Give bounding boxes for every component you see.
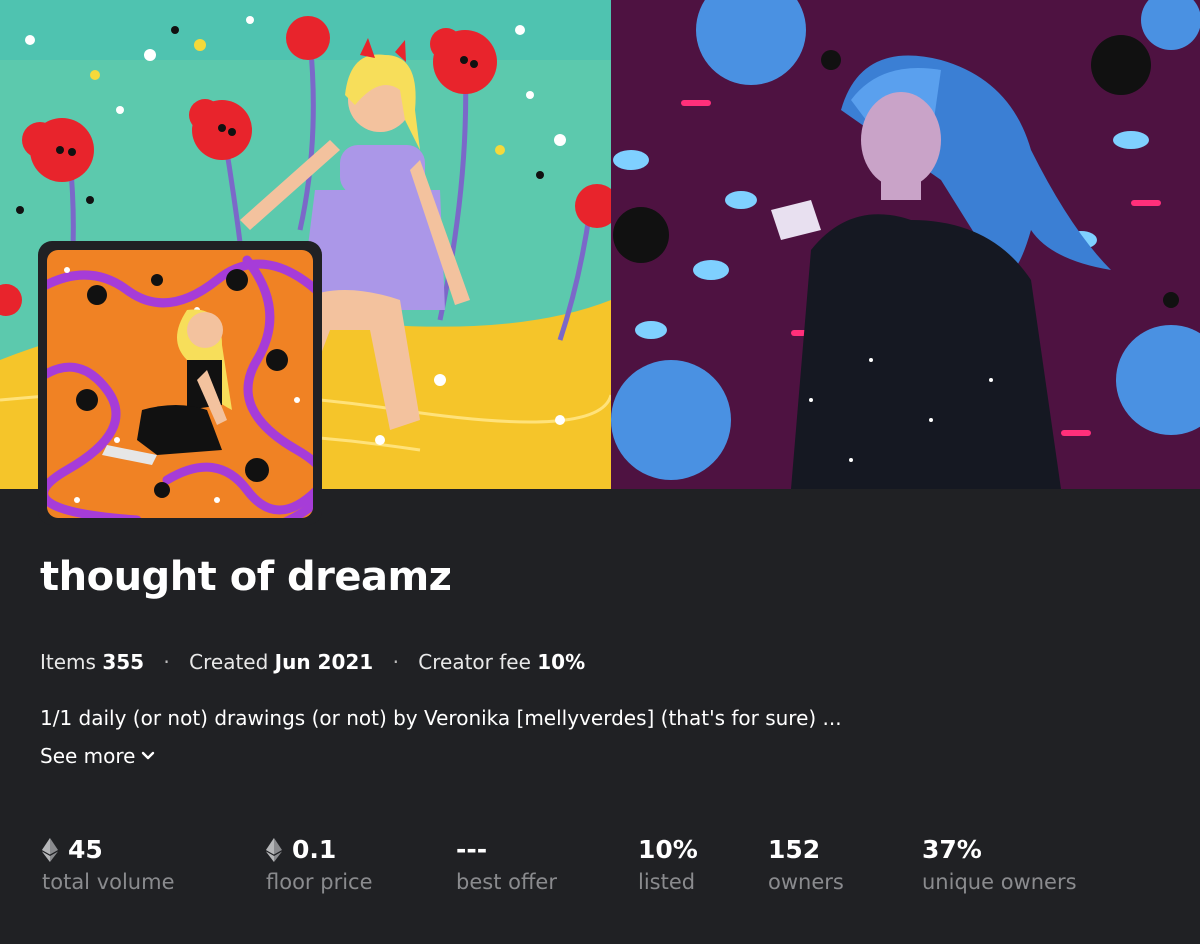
stat-value: 152 [768,834,821,864]
stat-label: unique owners [922,870,1077,894]
created-label: Created [189,650,269,674]
meta-separator: · [163,650,170,674]
stat-label: owners [768,870,844,894]
stat-best-offer[interactable]: --- best offer [456,830,557,895]
chevron-down-icon [142,751,155,760]
items-value: 355 [102,650,145,674]
stat-value: 10% [638,834,698,864]
stat-floor-price[interactable]: 0.1 floor price [266,830,373,894]
meta-separator: · [392,650,399,674]
stat-value: --- [456,834,488,864]
creator-fee-value: 10% [537,650,586,674]
stat-value: 45 [68,834,103,864]
creator-fee-label: Creator fee [418,650,531,674]
collection-title: thought of dreamz [40,554,452,600]
stat-listed[interactable]: 10% listed [638,830,698,895]
created-value: Jun 2021 [274,650,374,674]
items-label: Items [40,650,96,674]
stat-label: listed [638,870,696,894]
stat-label: floor price [266,870,373,894]
ethereum-icon [266,838,282,862]
collection-meta: Items 355 · Created Jun 2021 · Creator f… [40,650,585,674]
stat-value: 37% [922,834,982,864]
banner-image-right [611,0,1200,489]
see-more-label: See more [40,744,136,768]
ethereum-icon [42,838,58,862]
stat-owners[interactable]: 152 owners [768,830,844,895]
collection-description: 1/1 daily (or not) drawings (or not) by … [40,706,842,730]
stat-label: best offer [456,870,557,894]
stat-value: 0.1 [292,834,337,864]
stat-label: total volume [42,870,175,894]
collection-avatar [38,241,322,525]
stat-total-volume[interactable]: 45 total volume [42,830,175,894]
stat-unique-owners[interactable]: 37% unique owners [922,830,1077,895]
see-more-button[interactable]: See more [40,744,155,768]
